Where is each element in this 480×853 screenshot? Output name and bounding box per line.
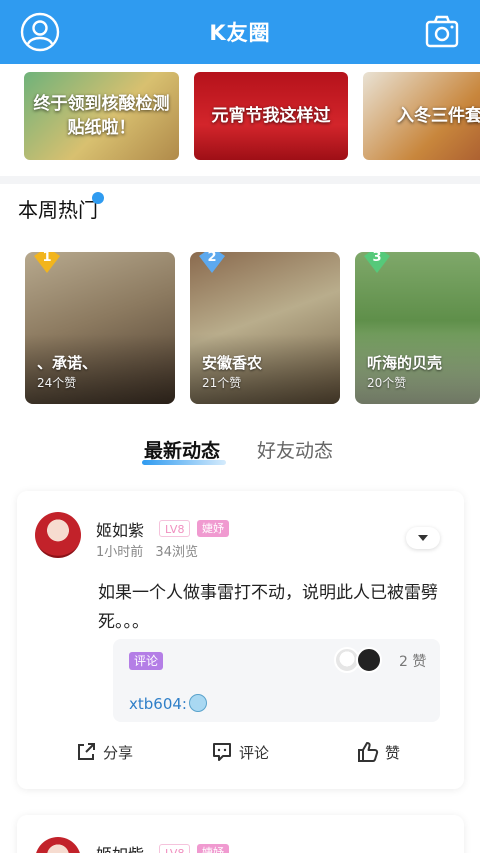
like-label: 赞 — [385, 743, 401, 762]
feed-tabs: 最新动态 好友动态 — [0, 436, 480, 470]
post-actions: 分享 评论 赞 — [17, 741, 464, 769]
level-badge: LV8 — [159, 844, 191, 853]
rank-badge-icon: 1 — [33, 252, 61, 274]
page-title: K友圈 — [209, 21, 271, 45]
thumbs-up-icon — [358, 742, 379, 762]
banner-text: 元宵节我这样过 — [211, 106, 331, 126]
hot-card-likes: 21个赞 — [202, 376, 242, 390]
comment-label: 评论 — [239, 743, 270, 762]
like-button[interactable]: 赞 — [357, 741, 400, 763]
comment-line[interactable]: xtb604: — [129, 694, 207, 713]
hot-card-likes: 24个赞 — [37, 376, 77, 390]
hot-card[interactable]: 3 听海的贝壳 20个赞 — [355, 252, 480, 404]
more-options-button[interactable] — [406, 527, 440, 549]
user-icon[interactable] — [20, 12, 60, 52]
rank-number: 2 — [207, 252, 217, 265]
hot-dot-icon — [92, 192, 104, 204]
comment-tag: 评论 — [129, 652, 164, 670]
share-button[interactable]: 分享 — [75, 741, 133, 763]
post-username[interactable]: 姬如紫 — [96, 517, 144, 541]
role-badge: 婕妤 — [197, 520, 229, 537]
banner-carousel: 终于领到核酸检测贴纸啦！ 元宵节我这样过 入冬三件套 — [0, 64, 480, 176]
banner-item[interactable]: 终于领到核酸检测贴纸啦！ — [24, 72, 179, 160]
rank-number: 1 — [42, 252, 52, 265]
top-app-bar: K友圈 — [0, 0, 480, 64]
banner-item[interactable]: 元宵节我这样过 — [194, 72, 348, 160]
post-card: 姬如紫 LV8 婕妤 1小时前 34浏览 如果一个人做事雷打不动，说明此人已被雷… — [17, 491, 464, 789]
comment-box: 评论 2 赞 xtb604: — [113, 639, 440, 722]
weekly-hot-title: 本周热门 — [18, 198, 98, 222]
tab-latest[interactable]: 最新动态 — [144, 436, 220, 463]
rank-badge-icon: 3 — [363, 252, 391, 274]
tab-friends[interactable]: 好友动态 — [257, 436, 333, 463]
post-time: 1小时前 — [96, 545, 144, 560]
avatar[interactable] — [35, 837, 81, 853]
rank-number: 3 — [372, 252, 382, 265]
emoji-icon — [188, 694, 207, 712]
share-label: 分享 — [103, 743, 134, 762]
chevron-down-icon — [418, 535, 428, 541]
post-views: 34浏览 — [155, 545, 198, 560]
section-divider — [0, 176, 480, 184]
post-card: 姬如紫 LV8 婕妤 — [17, 815, 464, 853]
hot-card-name: 安徽香农 — [202, 354, 263, 372]
hot-card-name: 听海的贝壳 — [367, 354, 443, 372]
banner-text: 入冬三件套 — [397, 106, 480, 126]
post-content: 如果一个人做事雷打不动，说明此人已被雷劈死。。。 — [98, 583, 438, 632]
banner-item[interactable]: 入冬三件套 — [363, 72, 480, 160]
avatar[interactable] — [35, 512, 81, 558]
hot-card-name: 、承诺、 — [37, 354, 98, 372]
hot-card[interactable]: 2 安徽香农 21个赞 — [190, 252, 340, 404]
hot-card-likes: 20个赞 — [367, 376, 407, 390]
rank-badge-icon: 2 — [198, 252, 226, 274]
hot-card[interactable]: 1 、承诺、 24个赞 — [25, 252, 175, 404]
post-meta: 1小时前 34浏览 — [96, 541, 206, 560]
liker-avatars — [334, 647, 388, 673]
level-badge: LV8 — [159, 520, 191, 537]
comment-author: xtb604: — [129, 695, 187, 713]
share-icon — [78, 743, 95, 760]
comment-icon — [213, 743, 231, 761]
likes-count: 2 赞 — [399, 654, 427, 670]
camera-icon[interactable] — [424, 14, 460, 50]
liker-avatar[interactable] — [356, 647, 382, 673]
comment-button[interactable]: 评论 — [211, 741, 269, 763]
post-username[interactable]: 姬如紫 — [96, 841, 144, 853]
banner-text: 终于领到核酸检测贴纸啦！ — [33, 94, 170, 138]
role-badge: 婕妤 — [197, 844, 229, 853]
tab-indicator — [142, 460, 226, 465]
